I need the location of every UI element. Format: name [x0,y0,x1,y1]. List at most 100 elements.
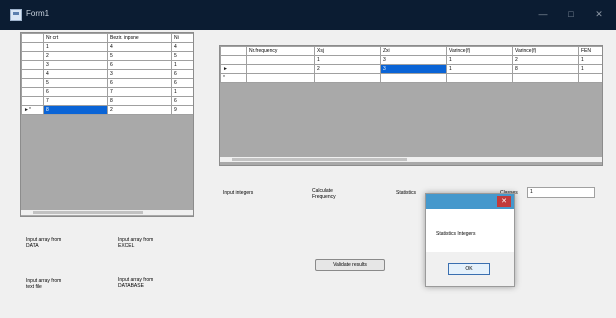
table-cell[interactable]: 8 [107,96,172,106]
dialog-close-button[interactable]: ✕ [497,196,511,207]
table-cell[interactable]: 2 [314,64,381,74]
table-cell[interactable]: 5 [43,78,108,88]
table-cell[interactable]: 3 [380,55,447,65]
left-data-grid[interactable]: Nr crt Bezir. inpsne Ni 1442553614365666… [20,32,194,217]
column-header[interactable]: Bezir. inpsne [107,33,172,43]
row-header[interactable] [21,51,44,61]
table-cell[interactable] [246,55,315,65]
table-row[interactable]: 361 [21,60,193,70]
row-header[interactable] [220,55,247,65]
column-header[interactable]: Xsj [314,46,381,56]
column-header[interactable]: Ni [171,33,193,43]
table-cell[interactable] [578,73,602,83]
input-integers-button[interactable]: Input integers [221,189,265,197]
table-cell[interactable]: 6 [171,96,193,106]
scrollbar-thumb[interactable] [232,158,407,161]
right-data-grid[interactable]: Nr.frequency Xsj Zxi Varince(f) Varince(… [219,45,603,166]
table-row[interactable]: 671 [21,87,193,97]
table-cell[interactable] [380,73,447,83]
table-cell[interactable]: 6 [107,78,172,88]
table-cell[interactable]: 2 [43,51,108,61]
row-header[interactable] [21,96,44,106]
horizontal-scrollbar[interactable] [21,210,193,215]
row-header-corner [220,46,247,56]
table-cell[interactable]: 4 [107,42,172,52]
input-array-data-button[interactable]: Input array from DATA [24,236,68,250]
table-cell[interactable]: 7 [43,96,108,106]
client-area: Nr crt Bezir. inpsne Ni 1442553614365666… [0,30,616,318]
table-cell[interactable]: 6 [107,60,172,70]
table-row[interactable]: ►* 8 2 9 [21,105,193,115]
classes-field[interactable]: 1 [527,187,595,198]
table-cell[interactable]: 8 [512,64,579,74]
table-row[interactable]: 786 [21,96,193,106]
table-row[interactable]: 255 [21,51,193,61]
table-cell[interactable] [314,73,381,83]
column-header[interactable]: Varince(f) [512,46,579,56]
row-header[interactable] [21,78,44,88]
column-header[interactable]: Varince(f) [446,46,513,56]
table-cell[interactable]: 1 [43,42,108,52]
table-cell[interactable]: 1 [578,64,602,74]
input-array-database-button[interactable]: Input array from DATABASE [116,276,170,290]
table-cell[interactable]: 4 [43,69,108,79]
table-cell[interactable]: 2 [107,105,172,115]
table-cell[interactable]: 2 [512,55,579,65]
row-header[interactable] [21,87,44,97]
dialog-message: Statistics Integers [436,231,476,237]
table-cell[interactable]: 9 [171,105,193,115]
table-row[interactable]: 144 [21,42,193,52]
table-cell[interactable] [512,73,579,83]
table-row[interactable]: 436 [21,69,193,79]
window-title: Form1 [26,9,50,18]
table-cell[interactable]: 8 [43,105,108,115]
table-row[interactable]: ► 2 3 1 8 1 [220,64,602,74]
input-array-excel-button[interactable]: Input array from EXCEL [116,236,160,250]
table-cell[interactable]: 7 [107,87,172,97]
row-header[interactable] [21,69,44,79]
dialog-ok-button[interactable]: OK [448,263,490,275]
row-header[interactable] [21,60,44,70]
table-cell[interactable]: 1 [171,60,193,70]
horizontal-scrollbar[interactable] [220,157,602,162]
close-button[interactable]: ✕ [588,6,610,22]
table-cell[interactable]: 3 [43,60,108,70]
input-array-textfile-button[interactable]: Input array from text file [24,277,72,291]
table-row[interactable]: * [220,73,602,83]
table-cell[interactable]: 6 [43,87,108,97]
dialog-title-bar: ✕ [426,194,514,209]
table-cell[interactable]: 5 [171,51,193,61]
table-cell[interactable]: 1 [578,55,602,65]
message-dialog: ✕ Statistics Integers OK [425,193,515,287]
maximize-button[interactable]: □ [560,6,582,22]
table-cell[interactable]: 4 [171,42,193,52]
table-cell[interactable]: 1 [171,87,193,97]
row-header[interactable]: ►* [21,105,44,115]
scrollbar-thumb[interactable] [33,211,143,214]
table-cell[interactable] [446,73,513,83]
row-header[interactable] [21,42,44,52]
table-cell[interactable] [246,64,315,74]
column-header[interactable]: Nr crt [43,33,108,43]
validate-results-button[interactable]: Validate results [315,259,385,271]
calculate-frequency-button[interactable]: Calculate Frequency [310,187,354,201]
table-cell[interactable]: 1 [446,55,513,65]
table-cell[interactable]: 3 [107,69,172,79]
column-header[interactable]: Nr.frequency [246,46,315,56]
table-cell[interactable]: 6 [171,69,193,79]
row-header[interactable]: * [220,73,247,83]
column-header[interactable]: FEN [578,46,602,56]
row-header[interactable]: ► [220,64,247,74]
table-cell[interactable]: 3 [380,64,447,74]
table-cell[interactable] [246,73,315,83]
table-cell[interactable]: 5 [107,51,172,61]
table-cell[interactable]: 1 [314,55,381,65]
table-cell[interactable]: 1 [446,64,513,74]
table-row[interactable]: 566 [21,78,193,88]
table-cell[interactable]: 6 [171,78,193,88]
table-row[interactable]: 13121 [220,55,602,65]
dialog-footer: OK [426,252,514,286]
row-header-corner [21,33,44,43]
minimize-button[interactable]: — [532,6,554,22]
column-header[interactable]: Zxi [380,46,447,56]
